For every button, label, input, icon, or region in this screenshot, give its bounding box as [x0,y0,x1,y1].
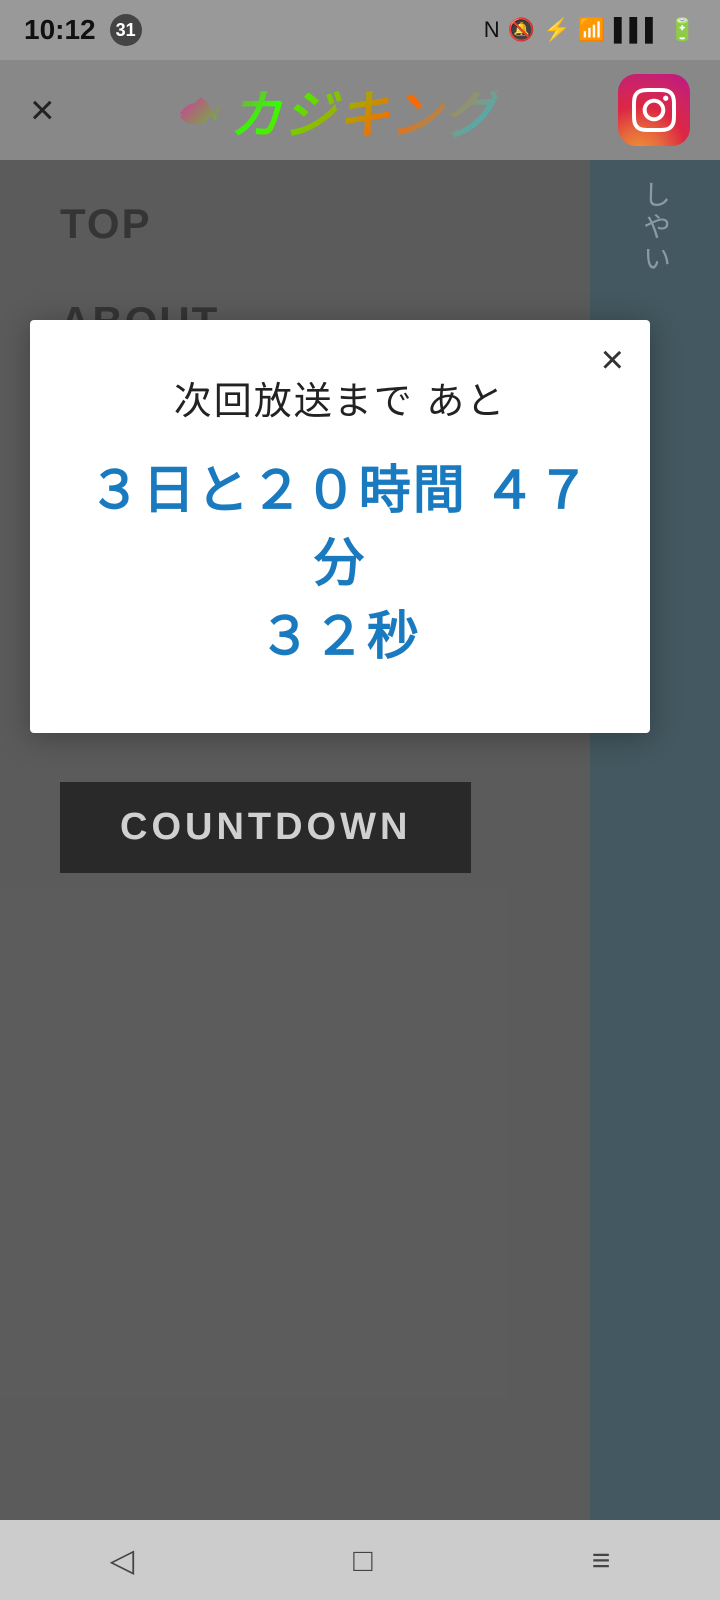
antenna-icon: N [484,17,500,43]
battery-icon: 🔋 [669,17,696,43]
logo: 🐟 カジキング [175,73,498,148]
mute-icon: 🔕 [508,17,535,43]
status-icons: N 🔕 ⚡ 📶 ▌▌▌ 🔋 [484,17,696,43]
status-bar: 10:12 31 N 🔕 ⚡ 📶 ▌▌▌ 🔋 [0,0,720,60]
menu-close-button[interactable]: × [30,89,55,131]
main-content: しやい TOP ABOUT PROFILE SHOP BACKNUMBER KA… [0,160,720,1520]
header: × 🐟 カジキング [0,60,720,160]
wifi-icon: 📶 [578,17,605,43]
instagram-icon [632,88,676,132]
back-button[interactable]: ◁ [110,1541,135,1579]
status-time: 10:12 [24,14,96,46]
logo-text: カジキング [229,73,497,148]
instagram-button[interactable] [618,74,690,146]
signal-icon: ▌▌▌ [614,17,661,43]
countdown-modal: × 次回放送まで あと ３日と２０時間 ４７分３２秒 [30,320,650,733]
recents-button[interactable]: ≡ [592,1542,611,1579]
modal-overlay: × 次回放送まで あと ３日と２０時間 ４７分３２秒 [0,160,720,1520]
bottom-bar: ◁ □ ≡ [0,1520,720,1600]
home-button[interactable]: □ [353,1542,372,1579]
modal-subtitle: 次回放送まで あと [70,370,610,425]
modal-countdown-time: ３日と２０時間 ４７分３２秒 [70,455,610,673]
bluetooth-icon: ⚡ [543,17,570,43]
fish-icon: 🐟 [175,89,222,131]
modal-close-button[interactable]: × [601,340,624,380]
notification-badge: 31 [110,14,142,46]
